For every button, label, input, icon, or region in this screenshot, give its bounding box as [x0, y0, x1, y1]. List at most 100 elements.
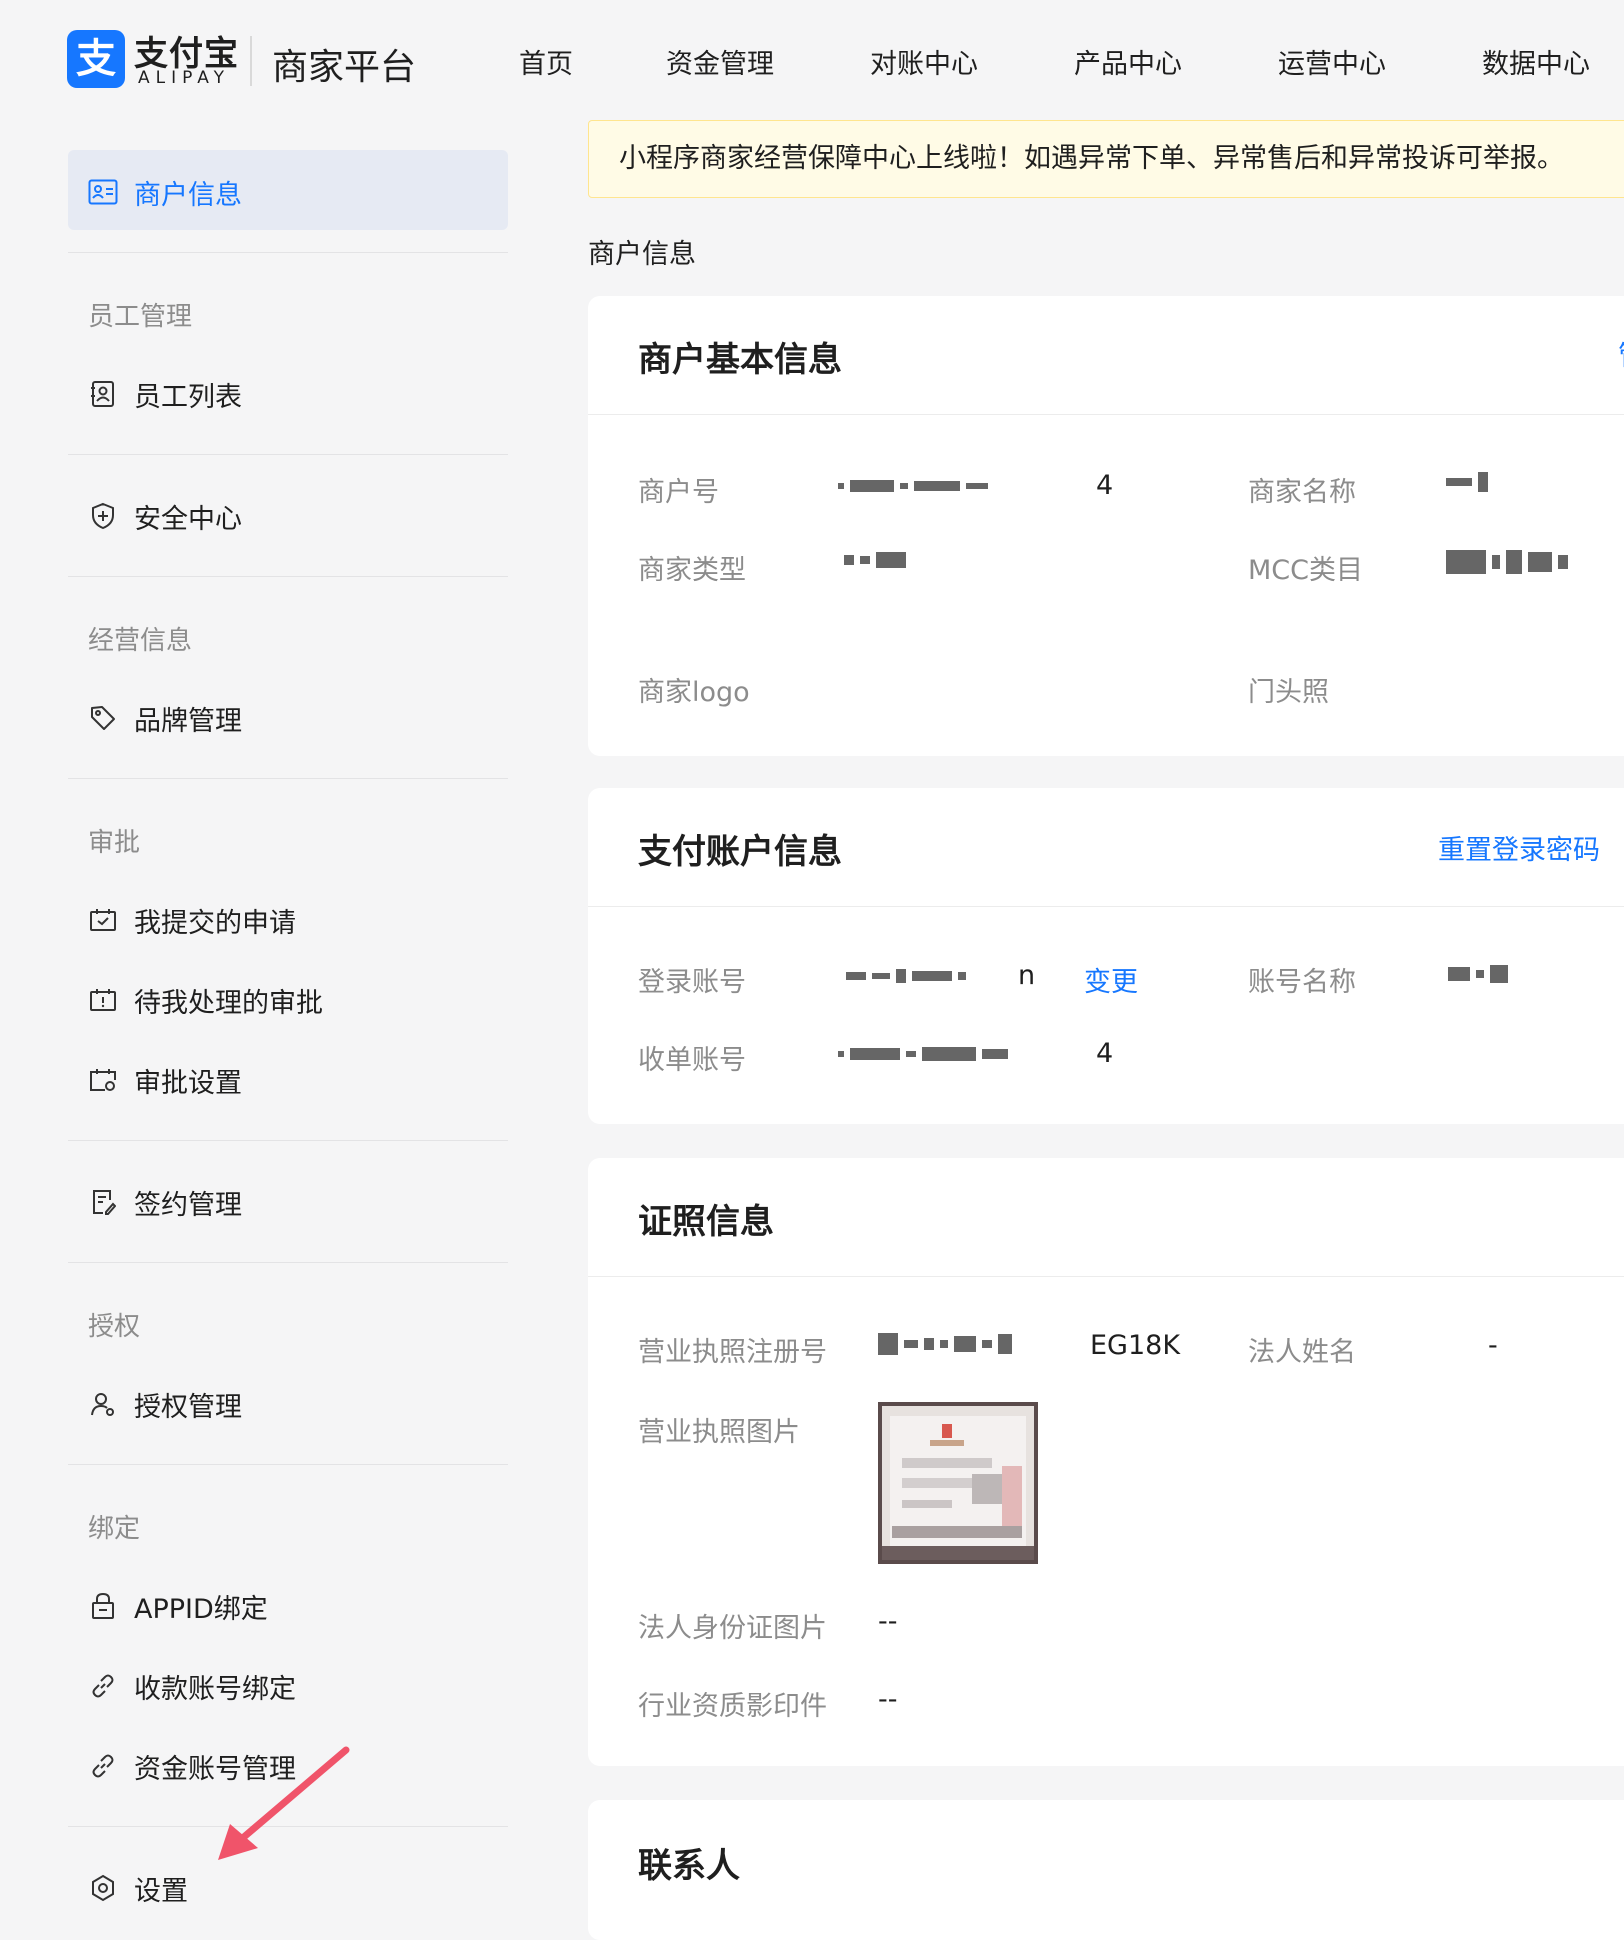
sidebar-item-label: 员工列表 [134, 381, 242, 413]
sidebar-item-pending-approvals[interactable]: 待我处理的审批 [88, 978, 323, 1022]
masked-merchant-name [1446, 472, 1488, 492]
field-label: 商家logo [638, 677, 750, 708]
masked-mcc [1446, 550, 1568, 574]
id-image-value: -- [878, 1606, 898, 1637]
card-divider [588, 906, 1624, 907]
calendar-check-icon [88, 905, 118, 935]
field-label: 行业资质影印件 [638, 1691, 827, 1722]
card-account-info: 支付账户信息 重置登录密码 登录账号 n 变更 账号名称 收单账号 4 [588, 788, 1624, 1124]
sidebar-item-label: 安全中心 [134, 503, 242, 535]
top-header: 支 支付宝 ALIPAY 商家平台 首页 资金管理 对账中心 产品中心 运营中心… [0, 0, 1624, 112]
sidebar-item-brand[interactable]: 品牌管理 [88, 696, 242, 740]
sidebar-item-merchant-info[interactable]: 商户信息 [88, 170, 242, 214]
field-label: 法人身份证图片 [638, 1613, 827, 1644]
sidebar-item-security[interactable]: 安全中心 [88, 494, 242, 538]
sidebar-item-label: APPID绑定 [134, 1593, 268, 1625]
card-divider [588, 414, 1624, 415]
sidebar-divider [68, 1262, 508, 1263]
nav-operations[interactable]: 运营中心 [1278, 42, 1386, 81]
field-label: MCC类目 [1248, 555, 1364, 586]
field-label: 营业执照图片 [638, 1417, 800, 1448]
logo-divider [250, 36, 252, 86]
license-image-thumbnail[interactable] [878, 1402, 1038, 1564]
sidebar-item-account-bind[interactable]: 收款账号绑定 [88, 1664, 296, 1708]
logo-subtext: ALIPAY [138, 68, 230, 88]
field-label: 商户号 [638, 477, 719, 508]
sidebar-divider [68, 252, 508, 253]
lock-icon [88, 1591, 118, 1621]
sidebar-item-label: 审批设置 [134, 1067, 242, 1099]
sidebar-item-my-requests[interactable]: 我提交的申请 [88, 898, 296, 942]
calendar-alert-icon [88, 985, 118, 1015]
card-title: 支付账户信息 [638, 832, 842, 872]
card-title: 商户基本信息 [638, 340, 842, 380]
qualification-value: -- [878, 1684, 898, 1715]
sidebar-item-approval-settings[interactable]: 审批设置 [88, 1058, 242, 1102]
sidebar-item-settings[interactable]: 设置 [88, 1866, 188, 1910]
masked-account-name [1448, 964, 1508, 984]
shield-icon [88, 501, 118, 531]
breadcrumb: 商户信息 [588, 239, 696, 270]
sidebar-group-approval: 审批 [88, 828, 141, 858]
card-divider [588, 1276, 1624, 1277]
card-title: 证照信息 [638, 1202, 774, 1242]
document-edit-icon [88, 1187, 118, 1217]
staff-icon [88, 379, 118, 409]
sidebar-group-staff: 员工管理 [88, 302, 193, 332]
masked-receipt-account [838, 1044, 1008, 1064]
sidebar-item-label: 设置 [134, 1875, 188, 1907]
sidebar-item-contract[interactable]: 签约管理 [88, 1180, 242, 1224]
card-contact: 联系人 [588, 1800, 1624, 1940]
calendar-gear-icon [88, 1065, 118, 1095]
notice-banner[interactable]: 小程序商家经营保障中心上线啦！如遇异常下单、异常售后和异常投诉可举报。 [588, 120, 1624, 198]
field-label: 商家名称 [1248, 477, 1356, 508]
masked-merchant-type [844, 550, 906, 570]
sidebar-item-label: 品牌管理 [134, 705, 242, 737]
legal-name-value: - [1488, 1330, 1498, 1361]
sidebar-item-appid-bind[interactable]: APPID绑定 [88, 1584, 268, 1628]
id-card-icon [88, 177, 118, 207]
link-icon [88, 1671, 118, 1701]
card-basic-info: 商户基本信息 管 商户号 4 商家名称 商家类型 MCC类目 商家logo 门头… [588, 296, 1624, 756]
nav-data[interactable]: 数据中心 [1482, 42, 1590, 81]
sidebar-group-business: 经营信息 [88, 626, 193, 656]
field-label: 商家类型 [638, 555, 746, 586]
field-label: 登录账号 [638, 967, 746, 998]
link-icon [88, 1751, 118, 1781]
masked-merchant-id [838, 476, 988, 496]
sidebar-item-auth-manage[interactable]: 授权管理 [88, 1382, 242, 1426]
sidebar-divider [68, 1140, 508, 1141]
sidebar-item-label: 待我处理的审批 [134, 987, 323, 1019]
sidebar-divider [68, 778, 508, 779]
alipay-logo-icon[interactable]: 支 [67, 30, 125, 88]
sidebar-group-bind: 绑定 [88, 1514, 141, 1544]
nav-reconciliation[interactable]: 对账中心 [870, 42, 978, 81]
hexagon-gear-icon [88, 1873, 118, 1903]
masked-login-account [846, 966, 966, 986]
user-key-icon [88, 1389, 118, 1419]
merchant-id-value: 4 [1096, 470, 1114, 501]
sidebar-item-staff-list[interactable]: 员工列表 [88, 372, 242, 416]
receipt-account-value: 4 [1096, 1038, 1114, 1069]
change-account-link[interactable]: 变更 [1084, 960, 1138, 999]
reg-no-value: EG18K [1090, 1330, 1181, 1361]
reset-password-link[interactable]: 重置登录密码 [1438, 828, 1600, 867]
card-action-link-cut[interactable]: 管 [1618, 334, 1624, 373]
sidebar-item-label: 我提交的申请 [134, 907, 296, 939]
sidebar-divider [68, 454, 508, 455]
sidebar-divider [68, 1464, 508, 1465]
nav-products[interactable]: 产品中心 [1074, 42, 1182, 81]
tag-icon [88, 703, 118, 733]
card-license-info: 证照信息 营业执照注册号 EG18K 法人姓名 - 营业执照图片 法人身份证图片… [588, 1158, 1624, 1766]
nav-funds[interactable]: 资金管理 [666, 42, 774, 81]
field-label: 账号名称 [1248, 967, 1356, 998]
masked-reg-no [878, 1333, 1012, 1355]
annotation-arrow-icon [218, 1746, 350, 1860]
nav-home[interactable]: 首页 [519, 42, 573, 81]
field-label: 收单账号 [638, 1045, 746, 1076]
field-label: 门头照 [1248, 677, 1329, 708]
sidebar-divider [68, 576, 508, 577]
card-title: 联系人 [638, 1846, 740, 1886]
sidebar-group-auth: 授权 [88, 1312, 141, 1342]
sidebar-item-label: 收款账号绑定 [134, 1673, 296, 1705]
